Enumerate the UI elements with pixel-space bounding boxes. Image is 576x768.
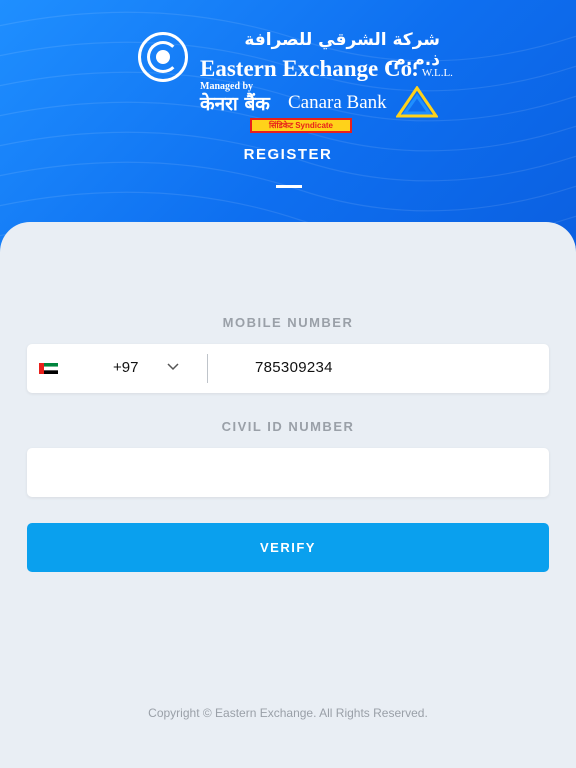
brand-suffix: W.L.L.	[421, 67, 453, 79]
page-title: REGISTER	[243, 146, 333, 163]
header-banner: شركة الشرقي للصرافة ذ.م.م. Eastern Excha…	[0, 0, 576, 260]
brand-logo: شركة الشرقي للصرافة ذ.م.م. Eastern Excha…	[138, 28, 453, 136]
title-underline	[276, 185, 302, 188]
uae-flag-icon	[39, 363, 58, 374]
mobile-number-label: MOBILE NUMBER	[222, 315, 354, 330]
canara-bank-logo-icon	[396, 86, 438, 118]
canara-bank-name: Canara Bank	[288, 92, 387, 113]
brand-english-name: Eastern Exchange Co. W.L.L.	[200, 56, 453, 82]
canara-hindi-name: केनरा बैंक	[200, 93, 270, 115]
brand-english-name-text: Eastern Exchange Co.	[200, 56, 418, 81]
mobile-number-field: +97 785309234	[27, 344, 549, 393]
civil-id-input[interactable]	[27, 448, 549, 497]
civil-id-field	[27, 448, 549, 497]
verify-button[interactable]: VERIFY	[27, 523, 549, 572]
copyright-text: Copyright © Eastern Exchange. All Rights…	[148, 706, 428, 720]
civil-id-label: CIVIL ID NUMBER	[221, 419, 355, 434]
chevron-down-icon[interactable]	[167, 363, 179, 371]
eastern-exchange-logo-icon	[138, 32, 188, 82]
mobile-number-input[interactable]: 785309234	[255, 359, 333, 376]
country-code-selector[interactable]: +97	[113, 359, 138, 376]
field-divider	[207, 354, 208, 383]
syndicate-badge: सिंडिकेट Syndicate	[250, 118, 352, 133]
